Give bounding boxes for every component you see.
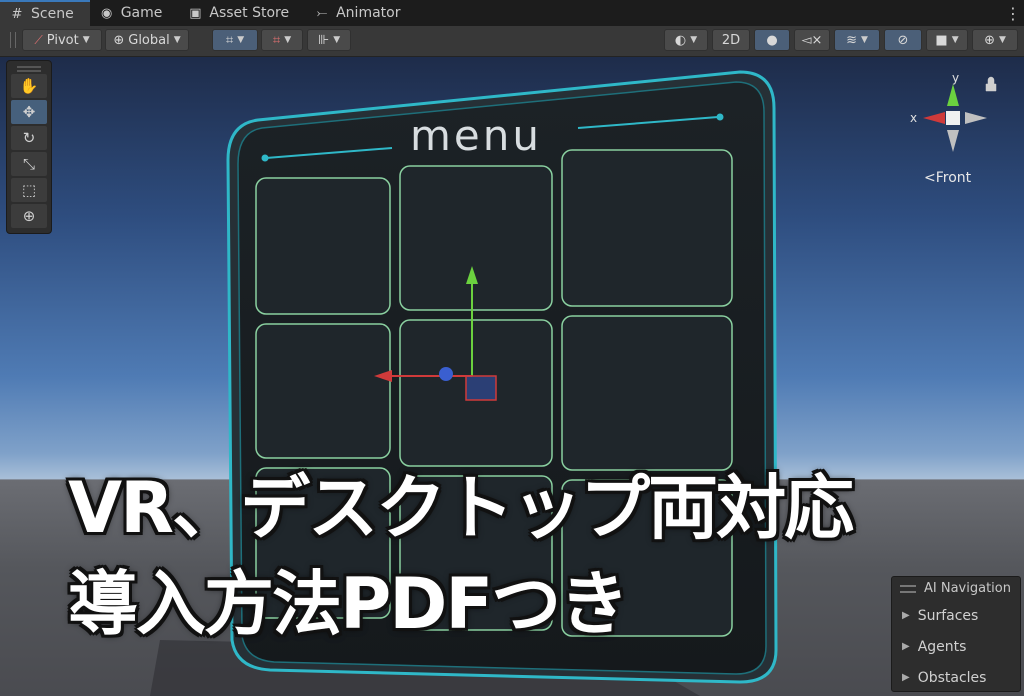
nav-item-agents[interactable]: ▶ Agents [892,631,1020,662]
axis-x-label: x [910,111,917,125]
editor-tab-bar: # Scene ◉ Game ▣ Asset Store ⤚ Animator … [0,0,1024,27]
gizmo-center-cube[interactable] [946,111,960,125]
chevron-down-icon: ▼ [333,35,341,45]
mode-2d-button[interactable]: 2D [712,29,750,51]
tab-asset-store[interactable]: ▣ Asset Store [178,0,305,26]
pivot-label: Pivot [46,32,79,48]
chevron-down-icon: ▼ [951,35,959,45]
ai-navigation-header[interactable]: AI Navigation [892,577,1020,600]
nav-item-obstacles[interactable]: ▶ Obstacles [892,662,1020,693]
gamepad-icon: ◉ [101,5,113,21]
gizmo-x-cone[interactable] [923,112,945,124]
ai-navigation-title: AI Navigation [924,581,1011,596]
gizmo-negy-cone[interactable] [947,130,959,152]
expand-arrow-icon[interactable]: ▶ [902,610,910,621]
lightbulb-icon: ● [766,32,778,48]
gizmo-y-cone[interactable] [947,84,959,106]
ai-navigation-overlay: AI Navigation ▶ Surfaces ▶ Agents ▶ Obst… [891,576,1021,692]
axis-y-label: y [952,72,959,85]
nav-item-label: Agents [917,638,967,655]
global-label: Global [128,32,170,48]
mode-2d-label: 2D [721,32,741,48]
pivot-dropdown[interactable]: ⟋ Pivot ▼ [22,29,102,51]
overlay-line-1: VR、デスクトップ両対応 [68,467,854,549]
rect-tool-icon[interactable]: ⬚ [11,178,47,202]
view-label[interactable]: <Front [924,170,971,186]
drag-handle-icon[interactable] [900,584,916,593]
tab-scene-label: Scene [31,6,74,22]
camera-dropdown[interactable]: ■ ▼ [926,29,968,51]
shading-sphere-icon: ◐ [674,32,687,48]
toolbar-grip [10,32,16,48]
overlay-line-2: 導入方法PDFつき [68,563,629,645]
ruler-icon: ⊪ [317,32,330,48]
nav-item-label: Obstacles [917,669,987,686]
tab-game[interactable]: ◉ Game [90,0,179,26]
gizmos-icon: ⊕ [984,32,995,48]
transform-tool-icon[interactable]: ⊕ [11,204,47,228]
chevron-down-icon: ▼ [860,35,868,45]
more-options-icon[interactable]: ⋮ [1002,0,1024,26]
expand-arrow-icon[interactable]: ▶ [902,641,910,652]
ruler-button[interactable]: ⊪ ▼ [307,29,351,51]
rotate-tool-icon[interactable]: ↻ [11,126,47,150]
grid-snap-icon: ⌗ [225,32,234,48]
layers-icon: ≋ [846,32,857,48]
audio-toggle[interactable]: ◅× [794,29,830,51]
shopping-bag-icon: ▣ [189,5,202,21]
lighting-toggle[interactable]: ● [754,29,790,51]
chevron-down-icon: ▼ [173,35,181,45]
chevron-down-icon: ▼ [998,35,1006,45]
global-dropdown[interactable]: ⊕ Global ▼ [105,29,189,51]
nav-item-surfaces[interactable]: ▶ Surfaces [892,600,1020,631]
chevron-down-icon: ▼ [284,35,292,45]
nav-item-label: Surfaces [917,607,979,624]
globe-icon: ⊕ [113,32,125,48]
tab-animator[interactable]: ⤚ Animator [305,0,416,26]
chevron-down-icon: ▼ [82,35,90,45]
move-tool-icon[interactable]: ✥ [11,100,47,124]
speaker-muted-icon: ◅× [801,32,823,48]
increment-snap-button[interactable]: ⌗ ▼ [261,29,303,51]
grid-icon: # [11,6,23,22]
camera-icon: ■ [935,32,948,48]
effects-dropdown[interactable]: ≋ ▼ [834,29,880,51]
pivot-icon: ⟋ [34,32,43,47]
expand-arrow-icon[interactable]: ▶ [902,672,910,683]
tool-palette: ✋ ✥ ↻ ⤡ ⬚ ⊕ [6,60,52,234]
chevron-down-icon: ▼ [690,35,698,45]
tool-palette-grip[interactable] [17,66,41,72]
lock-icon[interactable] [985,76,997,92]
gizmos-dropdown[interactable]: ⊕ ▼ [972,29,1018,51]
animator-icon: ⤚ [316,5,328,21]
scale-tool-icon[interactable]: ⤡ [11,152,47,176]
increment-snap-icon: ⌗ [272,32,281,48]
tab-scene[interactable]: # Scene [0,0,90,26]
tab-animator-label: Animator [336,5,401,21]
visibility-toggle[interactable]: ⊘ [884,29,922,51]
chevron-down-icon: ▼ [237,35,245,45]
eye-hidden-icon: ⊘ [897,32,909,48]
grid-snap-button[interactable]: ⌗ ▼ [212,29,258,51]
gizmo-negx-cone[interactable] [965,112,987,124]
scene-toolbar: ⟋ Pivot ▼ ⊕ Global ▼ ⌗ ▼ ⌗ ▼ ⊪ ▼ ◐ ▼ 2D ● ◅×… [0,26,1024,57]
tab-game-label: Game [120,5,163,21]
tab-asset-store-label: Asset Store [209,5,290,21]
draw-mode-button[interactable]: ◐ ▼ [664,29,708,51]
hand-tool-icon[interactable]: ✋ [11,74,47,98]
